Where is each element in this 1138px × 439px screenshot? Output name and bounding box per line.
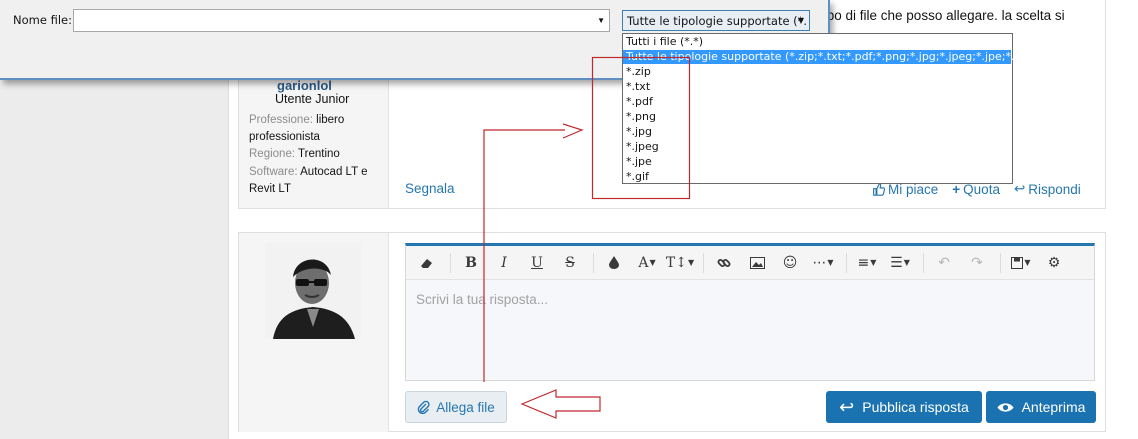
underline-icon[interactable]: U: [522, 250, 552, 276]
bold-icon[interactable]: B: [456, 250, 486, 276]
toolbar-divider: [923, 252, 924, 273]
region-label: Regione:: [249, 148, 296, 160]
list-icon[interactable]: ☰ ▼: [885, 250, 915, 276]
attach-file-button[interactable]: Allega file: [405, 391, 507, 423]
post-username[interactable]: garionlol: [277, 78, 332, 93]
post-text-line: tipo di file che posso allegare. la scel…: [820, 8, 1065, 23]
profession-label: Professione:: [249, 114, 313, 126]
post-user-title: Utente Junior: [275, 92, 350, 106]
dropdown-arrow-icon[interactable]: ▼: [798, 16, 804, 25]
undo-icon[interactable]: ↶: [929, 250, 959, 276]
reply-user-panel: [239, 233, 389, 432]
filename-label: Nome file:: [13, 13, 72, 27]
settings-icon[interactable]: ⚙: [1039, 250, 1069, 276]
filetype-option-selected[interactable]: Tutte le tipologie supportate (*.zip;*.t…: [623, 50, 1033, 64]
filetype-dropdown-list: Tutti i file (*.*) Tutte le tipologie su…: [622, 33, 1033, 184]
toolbar-divider: [450, 252, 451, 273]
filetype-option[interactable]: Tutti i file (*.*): [623, 35, 703, 49]
font-size-icon[interactable]: T↕ ▼: [665, 250, 695, 276]
user-software: Software: Autocad LT e Revit LT: [249, 164, 381, 198]
filetype-option[interactable]: *.png: [623, 110, 656, 124]
filetype-option[interactable]: *.gif: [623, 170, 649, 184]
italic-icon[interactable]: I: [489, 250, 519, 276]
filetype-select[interactable]: Tutte le tipologie supportate (*. ▼: [622, 10, 810, 31]
preview-label: Anteprima: [1021, 399, 1086, 415]
paperclip-icon: [417, 400, 430, 414]
avatar[interactable]: [265, 243, 361, 339]
dropdown-arrow-icon[interactable]: ▼: [597, 16, 605, 25]
toolbar-divider: [846, 252, 847, 273]
filename-combobox[interactable]: ▼: [73, 9, 610, 32]
save-draft-icon[interactable]: ▼: [1006, 250, 1036, 276]
rich-text-editor: B I U S A ▼ T↕ ▼ ☺ ⋯ ▼ ≡ ▼ ☰ ▼ ↶ ↷ ▼ ⚙ S…: [405, 243, 1095, 381]
toolbar-divider: [703, 252, 704, 273]
region-value: Trentino: [298, 148, 340, 160]
redo-icon[interactable]: ↷: [962, 250, 992, 276]
filetype-option[interactable]: *.pdf: [623, 95, 653, 109]
publish-label: Pubblica risposta: [862, 399, 969, 415]
filetype-option[interactable]: *.jpeg: [623, 140, 659, 154]
image-icon[interactable]: [742, 250, 772, 276]
reply-link[interactable]: ↩ Rispondi: [1014, 181, 1081, 197]
filetype-option[interactable]: *.zip: [623, 65, 651, 79]
user-region: Regione: Trentino: [249, 146, 340, 163]
font-family-icon[interactable]: A ▼: [632, 250, 662, 276]
filetype-option[interactable]: *.txt: [623, 80, 650, 94]
report-link[interactable]: Segnala: [405, 181, 455, 196]
reply-placeholder: Scrivi la tua risposta...: [416, 292, 549, 307]
eraser-icon[interactable]: [412, 250, 442, 276]
reply-textarea[interactable]: Scrivi la tua risposta...: [406, 280, 1094, 378]
strikethrough-icon[interactable]: S: [555, 250, 585, 276]
reply-box: B I U S A ▼ T↕ ▼ ☺ ⋯ ▼ ≡ ▼ ☰ ▼ ↶ ↷ ▼ ⚙ S…: [238, 232, 1106, 432]
more-icon[interactable]: ⋯ ▼: [808, 250, 838, 276]
text-color-icon[interactable]: [599, 250, 629, 276]
reply-label: Rispondi: [1028, 181, 1081, 197]
toolbar-divider: [1000, 252, 1001, 273]
reply-arrow-icon: ↩: [839, 397, 855, 417]
software-label: Software:: [249, 166, 298, 178]
thumbs-up-icon: [873, 182, 885, 196]
editor-toolbar: B I U S A ▼ T↕ ▼ ☺ ⋯ ▼ ≡ ▼ ☰ ▼ ↶ ↷ ▼ ⚙: [406, 246, 1094, 280]
link-icon[interactable]: [709, 250, 739, 276]
attach-file-label: Allega file: [436, 399, 495, 415]
publish-reply-button[interactable]: ↩ Pubblica risposta: [826, 391, 982, 423]
preview-button[interactable]: Anteprima: [986, 391, 1096, 423]
user-profession: Professione: libero professionista: [249, 112, 381, 146]
filetype-option[interactable]: *.jpg: [623, 125, 652, 139]
reply-arrow-icon: ↩: [1013, 181, 1026, 196]
align-icon[interactable]: ≡ ▼: [852, 250, 882, 276]
avatar-photo-icon: [265, 243, 361, 339]
filetype-selected: Tutte le tipologie supportate (*.: [627, 14, 808, 28]
smiley-icon[interactable]: ☺: [775, 250, 805, 276]
toolbar-divider: [593, 252, 594, 273]
eye-icon: [997, 402, 1014, 412]
filetype-option[interactable]: *.jpe: [623, 155, 652, 169]
